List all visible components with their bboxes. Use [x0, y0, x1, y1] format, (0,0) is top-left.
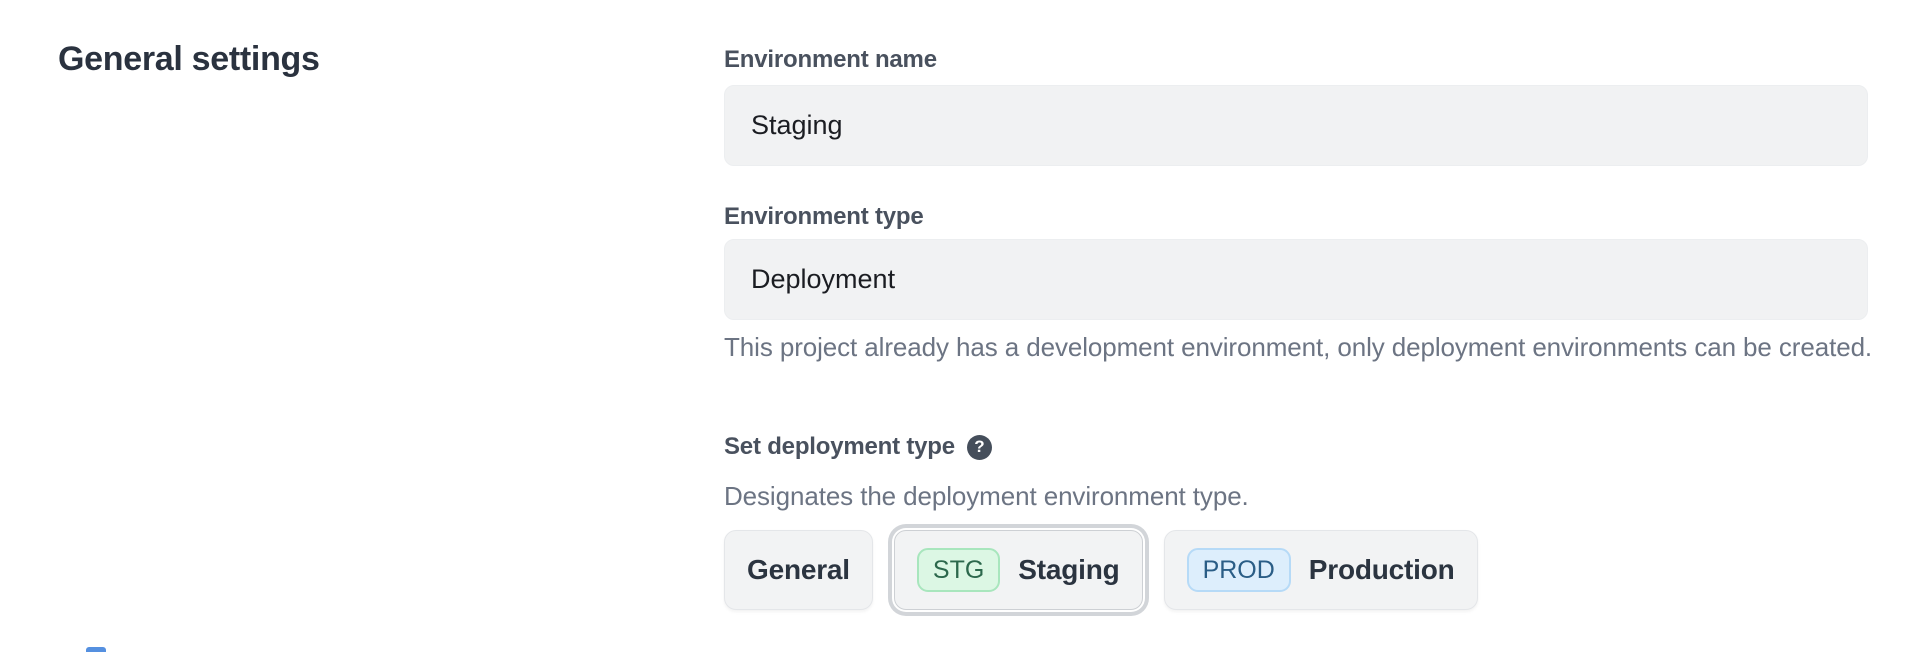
deployment-type-general-button[interactable]: General	[724, 530, 873, 610]
staging-button-label: Staging	[1018, 554, 1119, 586]
cut-off-blue-element	[86, 647, 106, 652]
environment-type-input[interactable]	[724, 239, 1868, 320]
deployment-type-description: Designates the deployment environment ty…	[724, 481, 1249, 512]
deployment-type-staging-button[interactable]: STG Staging	[894, 530, 1143, 610]
general-button-label: General	[747, 554, 850, 586]
deployment-type-production-button[interactable]: PROD Production	[1164, 530, 1478, 610]
deployment-type-options: General STG Staging PROD Production	[724, 530, 1478, 610]
page-title: General settings	[58, 40, 320, 79]
environment-name-input[interactable]	[724, 85, 1868, 166]
prod-badge: PROD	[1187, 548, 1291, 592]
environment-type-help-text: This project already has a development e…	[724, 327, 1874, 367]
set-deployment-type-row: Set deployment type ?	[724, 433, 992, 461]
environment-name-label: Environment name	[724, 46, 937, 74]
question-mark-help-icon[interactable]: ?	[967, 435, 992, 460]
environment-type-label: Environment type	[724, 203, 924, 231]
production-button-label: Production	[1309, 554, 1455, 586]
set-deployment-type-label: Set deployment type	[724, 433, 955, 461]
stg-badge: STG	[917, 548, 1000, 592]
